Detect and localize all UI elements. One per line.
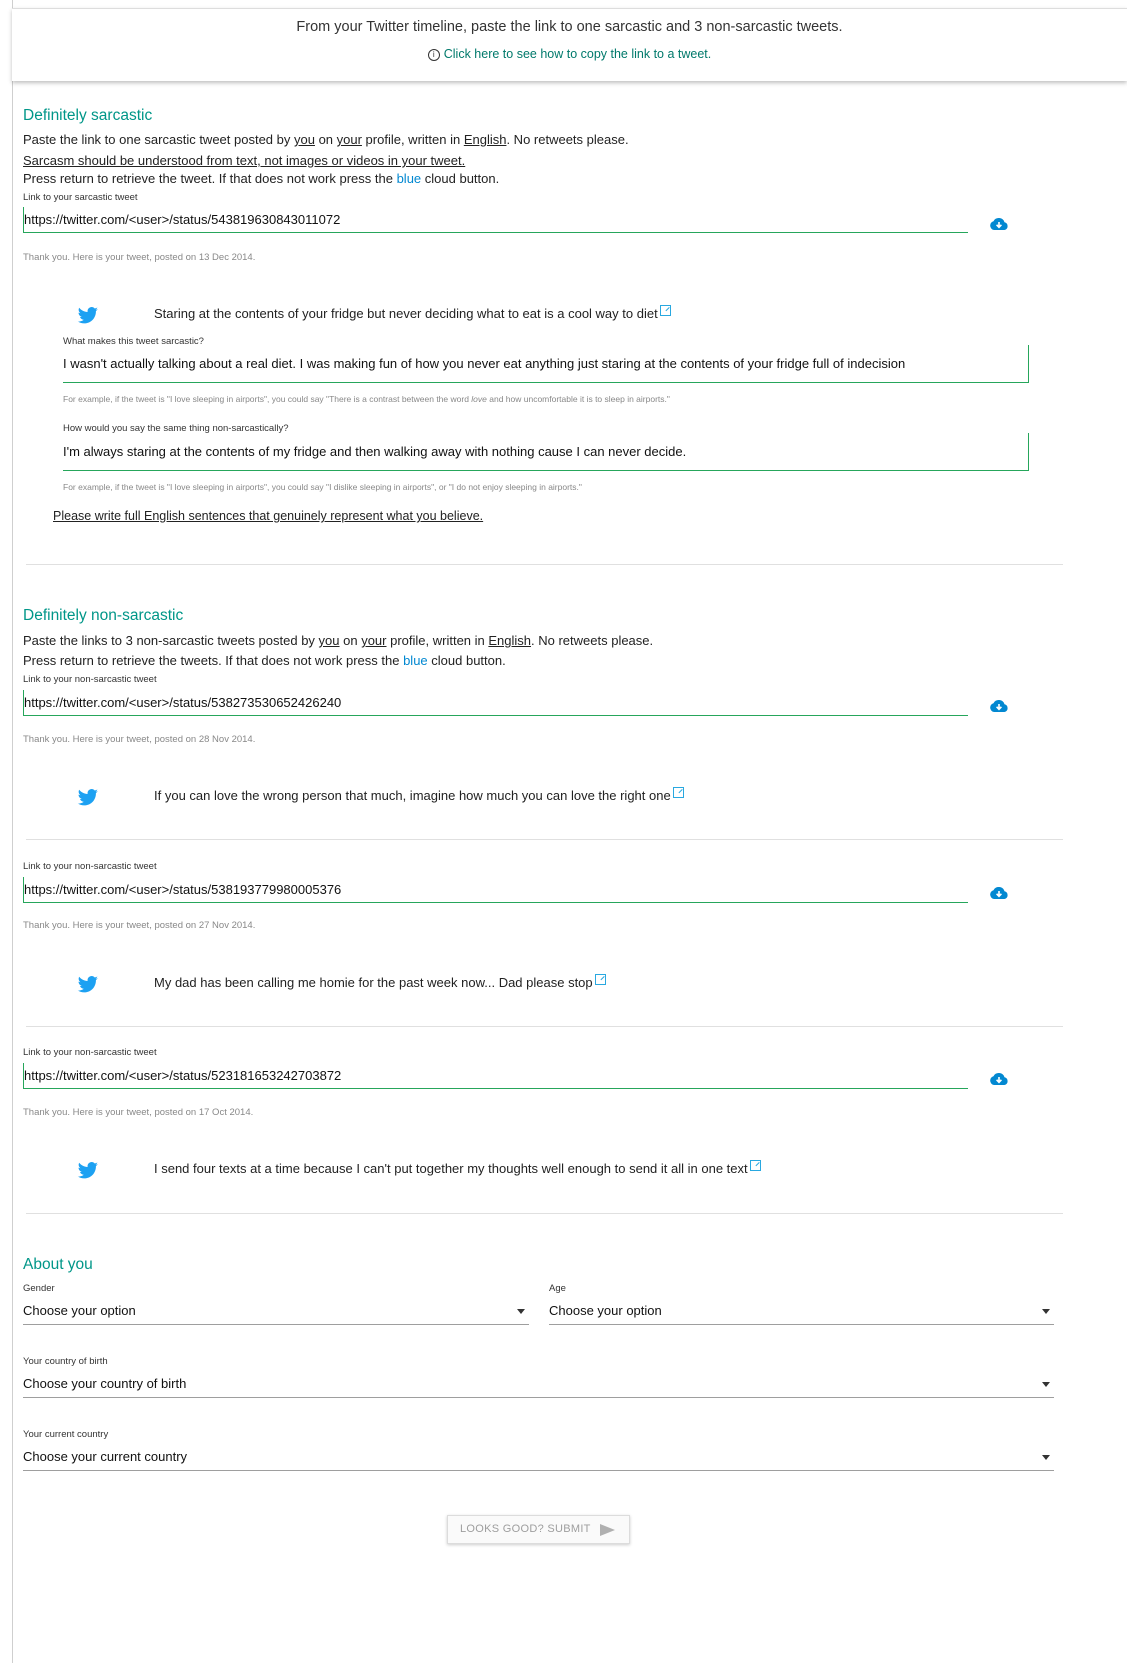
frame-border bbox=[12, 0, 13, 1663]
section-divider bbox=[26, 1213, 1063, 1214]
sarcastic-instruction-line3: Press return to retrieve the tweet. If t… bbox=[23, 171, 500, 186]
nonsarcastic-link-input-2[interactable]: https://twitter.com/<user>/status/538193… bbox=[23, 877, 968, 903]
age-label: Age bbox=[549, 1283, 566, 1294]
nonsarcastic-section-title: Definitely non-sarcastic bbox=[23, 607, 184, 624]
sarcastic-thanks-text: Thank you. Here is your tweet, posted on… bbox=[23, 252, 256, 263]
external-link-icon[interactable] bbox=[594, 974, 606, 985]
nonsarcastic-tweet-text-3: I send four texts at a time because I ca… bbox=[154, 1160, 761, 1176]
birth-country-select[interactable]: Choose your country of birth bbox=[23, 1370, 1054, 1398]
nonsarcastic-link-input-1[interactable]: https://twitter.com/<user>/status/538273… bbox=[23, 690, 968, 716]
external-link-icon[interactable] bbox=[749, 1160, 761, 1171]
full-sentences-note: Please write full English sentences that… bbox=[53, 509, 484, 523]
entry-divider bbox=[26, 839, 1063, 840]
about-section-title: About you bbox=[23, 1256, 93, 1273]
gender-selected-value: Choose your option bbox=[23, 1303, 136, 1318]
cloud-download-icon[interactable] bbox=[989, 699, 1009, 713]
nonsarcastic-tweet-text-2: My dad has been calling me homie for the… bbox=[154, 974, 606, 990]
sarcastic-link-label: Link to your sarcastic tweet bbox=[23, 192, 138, 203]
info-icon: i bbox=[427, 49, 440, 61]
instruction-header: From your Twitter timeline, paste the li… bbox=[12, 8, 1127, 81]
copy-link-help-link[interactable]: i Click here to see how to copy the link … bbox=[12, 47, 1127, 61]
section-divider bbox=[26, 564, 1063, 565]
sarcasm-reason-hint: For example, if the tweet is "I love sle… bbox=[63, 394, 670, 404]
cloud-download-icon[interactable] bbox=[989, 1072, 1009, 1086]
caret-down-icon bbox=[1042, 1455, 1050, 1460]
cloud-download-icon[interactable] bbox=[989, 886, 1009, 900]
current-country-selected-value: Choose your current country bbox=[23, 1449, 188, 1464]
nonsarcastic-link-input-3[interactable]: https://twitter.com/<user>/status/523181… bbox=[23, 1063, 968, 1089]
nonsarcastic-tweet-text-1: If you can love the wrong person that mu… bbox=[154, 787, 684, 803]
caret-down-icon bbox=[1042, 1309, 1050, 1314]
caret-down-icon bbox=[517, 1309, 525, 1314]
current-country-label: Your current country bbox=[23, 1429, 109, 1440]
age-selected-value: Choose your option bbox=[549, 1303, 662, 1318]
nonsarcastic-instruction-line2: Press return to retrieve the tweets. If … bbox=[23, 653, 506, 668]
sarcastic-tweet-text: Staring at the contents of your fridge b… bbox=[154, 305, 671, 321]
submit-button-label: LOOKS GOOD? SUBMIT bbox=[460, 1523, 591, 1535]
nonsarcastic-thanks-text-2: Thank you. Here is your tweet, posted on… bbox=[23, 920, 256, 931]
external-link-icon[interactable] bbox=[659, 305, 671, 316]
nonsarcastic-thanks-text-3: Thank you. Here is your tweet, posted on… bbox=[23, 1107, 254, 1118]
cloud-download-icon[interactable] bbox=[989, 217, 1009, 231]
non-sarcastic-rephrase-hint: For example, if the tweet is "I love sle… bbox=[63, 482, 582, 492]
nonsarcastic-link-label: Link to your non-sarcastic tweet bbox=[23, 861, 157, 872]
sarcastic-link-input[interactable]: https://twitter.com/<user>/status/543819… bbox=[23, 207, 968, 233]
sarcastic-instruction-line1: Paste the link to one sarcastic tweet po… bbox=[23, 132, 629, 147]
sarcastic-instruction-line2: Sarcasm should be understood from text, … bbox=[23, 153, 466, 168]
twitter-bird-icon bbox=[77, 1162, 98, 1179]
twitter-bird-icon bbox=[77, 307, 98, 324]
current-country-select[interactable]: Choose your current country bbox=[23, 1443, 1054, 1471]
twitter-bird-icon bbox=[77, 976, 98, 993]
nonsarcastic-instruction-line1: Paste the links to 3 non-sarcastic tweet… bbox=[23, 633, 654, 648]
sarcastic-section-title: Definitely sarcastic bbox=[23, 107, 153, 124]
entry-divider bbox=[26, 1026, 1063, 1027]
send-icon bbox=[600, 1524, 615, 1536]
caret-down-icon bbox=[1042, 1382, 1050, 1387]
gender-label: Gender bbox=[23, 1283, 55, 1294]
nonsarcastic-thanks-text-1: Thank you. Here is your tweet, posted on… bbox=[23, 734, 256, 745]
twitter-bird-icon bbox=[77, 789, 98, 806]
nonsarcastic-link-label: Link to your non-sarcastic tweet bbox=[23, 1047, 157, 1058]
gender-select[interactable]: Choose your option bbox=[23, 1297, 529, 1325]
external-link-icon[interactable] bbox=[672, 787, 684, 798]
age-select[interactable]: Choose your option bbox=[549, 1297, 1054, 1325]
birth-country-label: Your country of birth bbox=[23, 1356, 108, 1367]
non-sarcastic-rephrase-input[interactable]: I'm always staring at the contents of my… bbox=[63, 433, 1029, 471]
submit-button[interactable]: LOOKS GOOD? SUBMIT bbox=[447, 1515, 630, 1544]
nonsarcastic-link-label: Link to your non-sarcastic tweet bbox=[23, 674, 157, 685]
help-link-label: Click here to see how to copy the link t… bbox=[443, 47, 712, 61]
sarcasm-reason-input[interactable]: I wasn't actually talking about a real d… bbox=[63, 345, 1029, 383]
birth-country-selected-value: Choose your country of birth bbox=[23, 1376, 187, 1391]
instruction-text: From your Twitter timeline, paste the li… bbox=[296, 19, 843, 35]
